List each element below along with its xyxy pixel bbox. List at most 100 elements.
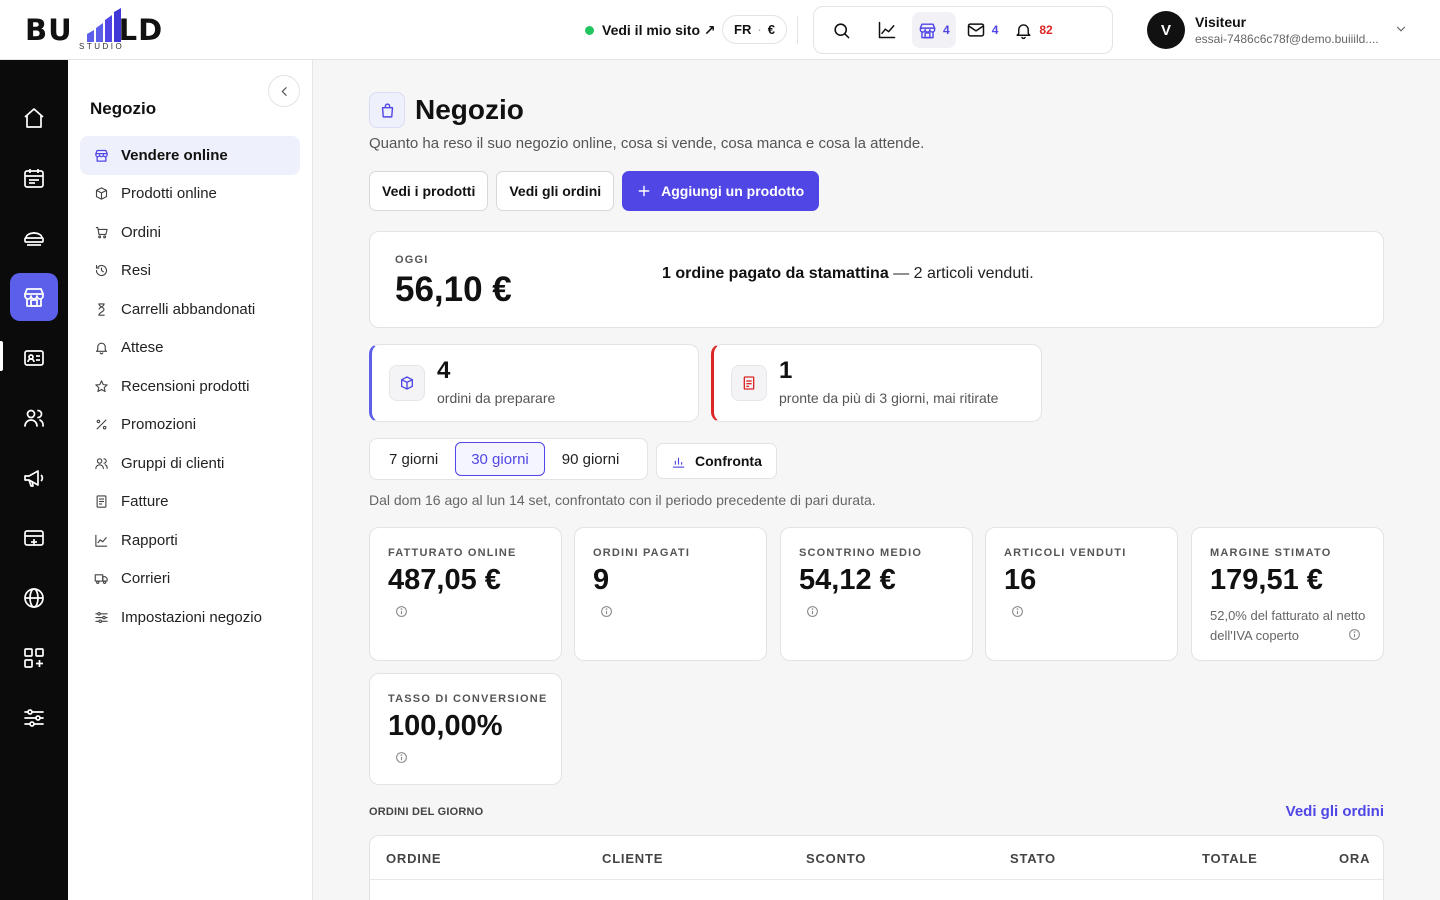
logo[interactable]: BU LD STUDIO xyxy=(25,8,185,52)
kpi-revenue-card: FATTURATO ONLINE 487,05 € xyxy=(369,527,562,661)
megaphone-icon xyxy=(24,470,44,487)
rail-settings[interactable] xyxy=(10,694,58,742)
sidebar-item-label: Carrelli abbandonati xyxy=(121,300,256,318)
column-header-cliente[interactable]: CLIENTE xyxy=(602,851,663,866)
sidebar-item-fatture[interactable]: Fatture xyxy=(80,483,300,522)
orders-to-prepare-count: 4 xyxy=(437,357,451,384)
compare-button[interactable]: Confronta xyxy=(656,443,777,479)
sidebar-item-prodotti-online[interactable]: Prodotti online xyxy=(80,175,300,214)
today-message-bold: 1 ordine pagato da stamattina xyxy=(662,265,889,282)
payment-terminal-icon xyxy=(24,530,44,546)
user-email: essai-7486c6c78f@demo.buiiild.... xyxy=(1195,32,1379,46)
language-code: FR xyxy=(734,22,752,37)
period-7-days[interactable]: 7 giorni xyxy=(374,442,453,476)
add-product-button[interactable]: Aggiungi un prodotto xyxy=(622,171,820,211)
rail-store[interactable] xyxy=(10,273,58,321)
column-header-ora[interactable]: ORA xyxy=(1339,851,1370,866)
user-menu[interactable]: V Visiteur essai-7486c6c78f@demo.buiiild… xyxy=(1147,11,1379,49)
rail-apps[interactable] xyxy=(10,634,58,682)
rail-team[interactable] xyxy=(10,394,58,442)
top-bar: BULD STUDIO Vedi il mio sito ↗ FR · € 4 xyxy=(0,0,1440,60)
sidebar-item-rapporti[interactable]: Rapporti xyxy=(80,521,300,560)
period-30-days[interactable]: 30 giorni xyxy=(455,442,545,476)
sidebar-item-ordini[interactable]: Ordini xyxy=(80,213,300,252)
language-currency-selector[interactable]: FR · € xyxy=(722,15,787,44)
rail-contacts[interactable] xyxy=(10,334,58,382)
ready-not-collected-card[interactable]: 1 pronte da più di 3 giorni, mai ritirat… xyxy=(711,344,1042,422)
sidebar-item-carrelli-abbandonati[interactable]: Carrelli abbandonati xyxy=(80,290,300,329)
store-icon xyxy=(24,288,44,307)
stats-button[interactable] xyxy=(866,12,908,48)
collapse-sidebar-button[interactable] xyxy=(268,75,300,107)
column-header-ordine[interactable]: ORDINE xyxy=(386,851,441,866)
kpi-value: 54,12 € xyxy=(799,564,896,596)
store-sidebar: Negozio Vendere online Prodotti online O… xyxy=(68,60,313,900)
info-icon[interactable] xyxy=(1348,628,1361,641)
kpi-value: 9 xyxy=(593,564,610,596)
column-header-sconto[interactable]: SCONTO xyxy=(806,851,866,866)
document-icon xyxy=(731,365,767,401)
rail-website[interactable] xyxy=(10,574,58,622)
notifications-button[interactable]: 82 xyxy=(1008,12,1058,48)
settings-icon xyxy=(95,611,108,623)
column-header-totale[interactable]: TOTALE xyxy=(1202,851,1258,866)
mail-icon xyxy=(967,23,984,37)
rail-home[interactable] xyxy=(10,94,58,142)
kpi-value: 100,00% xyxy=(388,710,503,742)
users-icon xyxy=(24,409,44,427)
info-icon[interactable] xyxy=(395,605,408,618)
info-icon[interactable] xyxy=(1011,605,1024,618)
user-info: Visiteur essai-7486c6c78f@demo.buiiild..… xyxy=(1195,14,1379,46)
sidebar-item-attese[interactable]: Attese xyxy=(80,329,300,368)
mail-button[interactable]: 4 xyxy=(960,12,1005,48)
info-icon[interactable] xyxy=(600,605,613,618)
service-tray-icon xyxy=(24,232,44,246)
rail-active-marker xyxy=(0,341,3,371)
view-orders-link[interactable]: Vedi gli ordini xyxy=(1286,803,1384,820)
sidebar-item-resi[interactable]: Resi xyxy=(80,252,300,291)
logo-bars-icon xyxy=(87,8,121,42)
kpi-estimated-margin-card: MARGINE STIMATO 179,51 € 52,0% del fattu… xyxy=(1191,527,1384,661)
view-orders-button[interactable]: Vedi gli ordini xyxy=(496,171,615,211)
column-header-stato[interactable]: STATO xyxy=(1010,851,1056,866)
sidebar-item-gruppi-di-clienti[interactable]: Gruppi di clienti xyxy=(80,444,300,483)
chevron-left-icon xyxy=(280,86,287,96)
box-icon xyxy=(389,365,425,401)
sidebar-item-impostazioni-negozio[interactable]: Impostazioni negozio xyxy=(80,598,300,637)
sidebar-item-vendere-online[interactable]: Vendere online xyxy=(80,136,300,175)
sidebar-item-label: Ordini xyxy=(121,223,162,241)
kpi-label: ARTICOLI VENDUTI xyxy=(1004,547,1127,559)
sidebar-item-corrieri[interactable]: Corrieri xyxy=(80,560,300,599)
info-icon[interactable] xyxy=(395,751,408,764)
kpi-paid-orders-card: ORDINI PAGATI 9 xyxy=(574,527,767,661)
info-icon[interactable] xyxy=(806,605,819,618)
orders-to-prepare-card[interactable]: 4 ordini da preparare xyxy=(369,344,699,422)
kpi-label: SCONTRINO MEDIO xyxy=(799,547,923,559)
notification-count-badge: 82 xyxy=(1039,23,1053,37)
rail-payments[interactable] xyxy=(10,514,58,562)
sidebar-item-promozioni[interactable]: Promozioni xyxy=(80,406,300,445)
rail-services[interactable] xyxy=(10,214,58,262)
store-notifications-button[interactable]: 4 xyxy=(912,12,956,48)
chevron-down-icon[interactable] xyxy=(1394,22,1408,36)
rail-calendar[interactable] xyxy=(10,154,58,202)
period-selector: 7 giorni 30 giorni 90 giorni xyxy=(369,438,648,480)
app-rail xyxy=(0,60,68,900)
store-count-badge: 4 xyxy=(943,23,950,37)
sidebar-item-label: Fatture xyxy=(121,493,169,511)
view-products-button[interactable]: Vedi i prodotti xyxy=(369,171,489,211)
kpi-value: 487,05 € xyxy=(388,564,501,596)
today-revenue: 56,10 € xyxy=(395,270,512,309)
period-90-days[interactable]: 90 giorni xyxy=(547,442,635,476)
cart-icon xyxy=(95,226,108,239)
kpi-label: MARGINE STIMATO xyxy=(1210,547,1332,559)
search-button[interactable] xyxy=(820,12,862,48)
shopping-bag-icon xyxy=(369,92,405,128)
add-product-label: Aggiungi un prodotto xyxy=(661,183,805,199)
view-site-link[interactable]: Vedi il mio sito ↗ xyxy=(585,19,716,41)
invoice-icon xyxy=(96,495,107,508)
percent-icon xyxy=(96,419,107,430)
sidebar-item-recensioni-prodotti[interactable]: Recensioni prodotti xyxy=(80,367,300,406)
ready-not-collected-text: pronte da più di 3 giorni, mai ritirate xyxy=(779,390,999,406)
rail-marketing[interactable] xyxy=(10,454,58,502)
